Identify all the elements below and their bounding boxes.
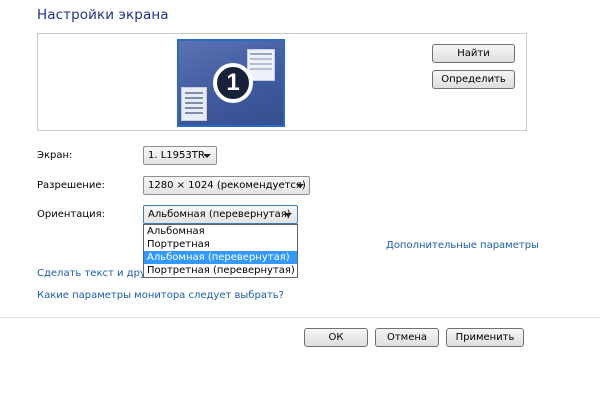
orientation-option[interactable]: Портретная (перевернутая) — [144, 264, 297, 277]
monitor-thumbnail[interactable]: 1 — [177, 39, 285, 127]
orientation-option[interactable]: Портретная — [144, 238, 297, 251]
cancel-button[interactable]: Отмена — [375, 328, 439, 347]
window-thumbnail-icon — [181, 87, 207, 121]
resolution-select-value: 1280 × 1024 (рекомендуется) — [148, 180, 306, 191]
detect-button[interactable]: Определить — [432, 70, 515, 89]
apply-button[interactable]: Применить — [446, 328, 524, 347]
monitor-number-badge: 1 — [213, 63, 253, 103]
resolution-select[interactable]: 1280 × 1024 (рекомендуется) — [143, 176, 310, 195]
page-title: Настройки экрана — [37, 7, 169, 23]
orientation-label: Ориентация: — [37, 209, 106, 220]
screen-select-value: 1. L1953TR — [148, 150, 205, 161]
ok-button[interactable]: ОК — [304, 328, 368, 347]
find-button[interactable]: Найти — [432, 44, 515, 63]
screen-label: Экран: — [37, 150, 73, 161]
chevron-down-icon — [296, 184, 304, 188]
chevron-down-icon — [203, 154, 211, 158]
resolution-label: Разрешение: — [37, 180, 105, 191]
orientation-select-value: Альбомная (перевернутая) — [148, 209, 291, 220]
orientation-dropdown-list: Альбомная Портретная Альбомная (переверн… — [143, 224, 298, 278]
screen-select[interactable]: 1. L1953TR — [143, 146, 217, 165]
orientation-select[interactable]: Альбомная (перевернутая) — [143, 205, 298, 224]
chevron-down-icon — [284, 213, 292, 217]
orientation-option[interactable]: Альбомная — [144, 225, 297, 238]
footer-divider — [0, 317, 600, 318]
monitor-params-help-link[interactable]: Какие параметры монитора следует выбрать… — [37, 290, 284, 301]
advanced-settings-link[interactable]: Дополнительные параметры — [386, 240, 539, 251]
orientation-option-selected[interactable]: Альбомная (перевернутая) — [144, 251, 297, 264]
